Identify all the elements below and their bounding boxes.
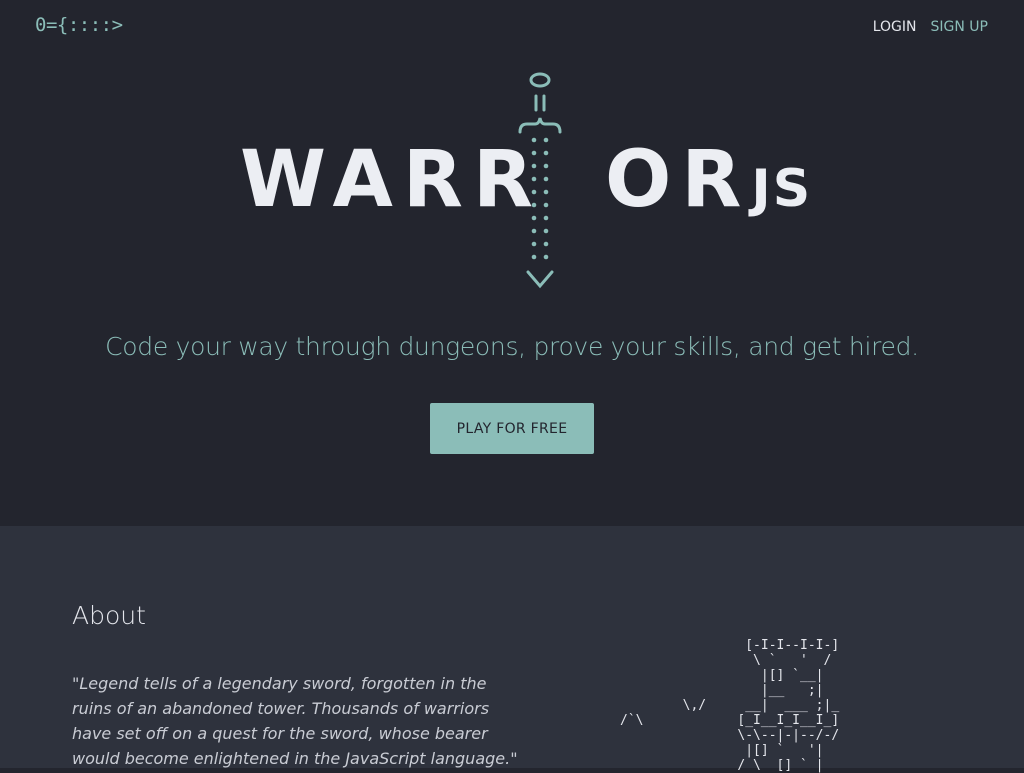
site-logo[interactable]: 0={::::>: [35, 14, 123, 36]
wordmark-suffix: JS: [751, 159, 813, 219]
signup-link[interactable]: SIGN UP: [931, 19, 988, 35]
hero-tagline: Code your way through dungeons, prove yo…: [105, 332, 919, 361]
about-quote: "Legend tells of a legendary sword, forg…: [72, 674, 518, 768]
logo-text: 0={::::>: [35, 14, 123, 36]
tower-ascii-art: [-I-I--I-I-] \ ` ' / |[] `__| |__ ;| \,/…: [620, 638, 840, 773]
hero-section: 0={::::> LOGIN SIGN UP WARR ORJS Code you…: [0, 0, 1024, 526]
wordmark-left: WARR: [240, 135, 544, 225]
sword-icon: [518, 72, 562, 289]
play-for-free-button[interactable]: PLAY FOR FREE: [430, 403, 594, 454]
top-nav: LOGIN SIGN UP: [873, 19, 988, 35]
wordmark-right: OR: [605, 135, 752, 225]
about-section: About "Legend tells of a legendary sword…: [0, 526, 1024, 773]
login-link[interactable]: LOGIN: [873, 19, 917, 35]
about-heading: About: [72, 601, 146, 630]
